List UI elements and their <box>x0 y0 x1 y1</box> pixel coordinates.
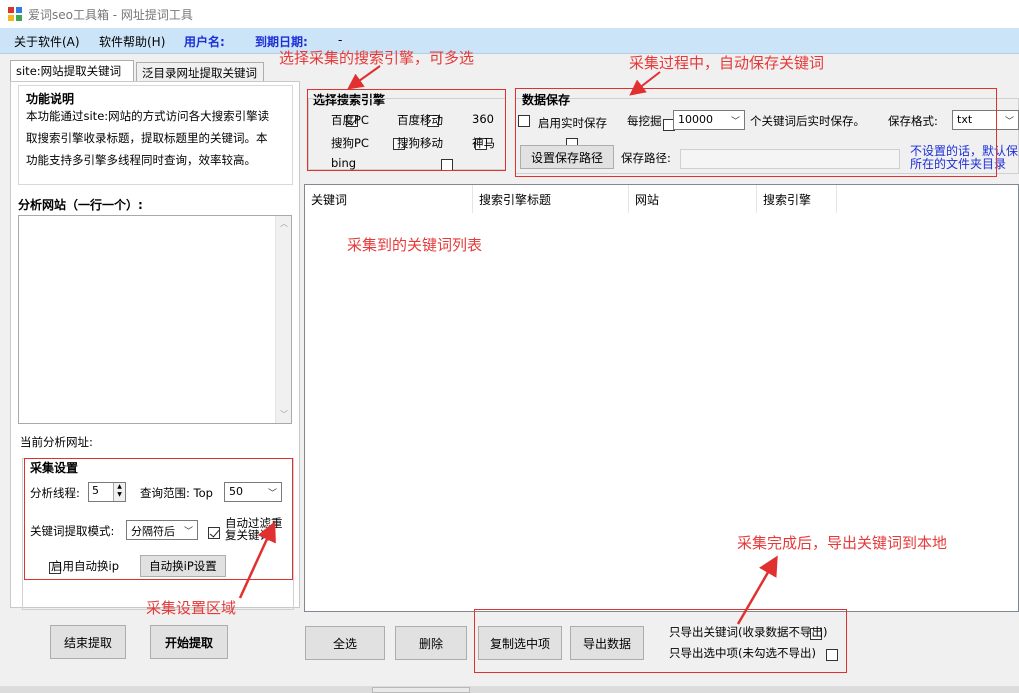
annotation-list: 采集到的关键词列表 <box>347 236 483 254</box>
column-header-engine[interactable]: 搜索引擎 <box>757 185 837 213</box>
title-bar: 爱词seo工具箱 - 网址提词工具 <box>0 0 1019 28</box>
select-all-button[interactable]: 全选 <box>305 626 385 660</box>
column-header-engine-title[interactable]: 搜索引擎标题 <box>473 185 629 213</box>
expiry-value: - <box>338 33 343 47</box>
annotation-settings: 采集设置区域 <box>146 599 237 617</box>
column-header-keyword[interactable]: 关键词 <box>305 185 473 213</box>
window-title: 爱词seo工具箱 - 网址提词工具 <box>28 8 193 22</box>
menu-bar: 关于软件(A) 软件帮助(H) 用户名: 到期日期: - <box>0 28 1019 54</box>
engine-highlight-box <box>307 89 506 171</box>
function-group <box>18 85 293 185</box>
analyze-label: 分析网站（一行一个）: <box>18 198 143 212</box>
export-highlight-box <box>474 609 847 673</box>
app-icon <box>8 7 22 21</box>
scroll-down-icon[interactable]: ﹀ <box>280 409 288 420</box>
textarea-scrollbar[interactable]: ︿ ﹀ <box>275 216 291 423</box>
username-label: 用户名: <box>184 35 225 49</box>
tab-directory-extract[interactable]: 泛目录网址提取关键词 <box>136 62 264 82</box>
settings-highlight-box <box>24 458 293 580</box>
start-extract-button[interactable]: 开始提取 <box>150 625 228 659</box>
annotation-engine: 选择采集的搜索引擎，可多选 <box>279 49 475 67</box>
tab-site-extract[interactable]: site:网站提取关键词 <box>10 60 134 82</box>
delete-button[interactable]: 删除 <box>395 626 467 660</box>
site-list-textarea[interactable]: ︿ ﹀ <box>18 215 292 424</box>
save-highlight-box <box>515 88 997 177</box>
menu-help[interactable]: 软件帮助(H) <box>99 33 165 50</box>
current-url-label: 当前分析网址: <box>20 435 93 449</box>
scroll-up-icon[interactable]: ︿ <box>280 218 288 229</box>
column-header-site[interactable]: 网站 <box>629 185 757 213</box>
stop-extract-button[interactable]: 结束提取 <box>50 625 126 659</box>
arrow-engine <box>347 65 381 90</box>
status-bar-panel <box>372 687 470 693</box>
annotation-export: 采集完成后，导出关键词到本地 <box>737 534 948 552</box>
status-bar <box>0 686 1019 693</box>
annotation-autosave: 采集过程中，自动保存关键词 <box>629 54 825 72</box>
chevron-down-icon: ﹀ <box>1004 117 1014 127</box>
menu-about[interactable]: 关于软件(A) <box>14 33 80 50</box>
